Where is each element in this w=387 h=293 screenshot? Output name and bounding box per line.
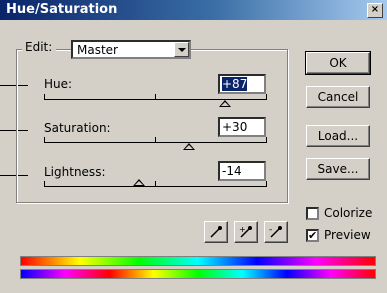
lightness-tick [155, 181, 156, 186]
ok-button[interactable]: OK [305, 51, 371, 75]
edit-dropdown[interactable]: Master [71, 40, 191, 59]
hue-input-value: +87 [222, 77, 248, 91]
window-title: Hue/Saturation [6, 2, 118, 17]
lightness-tick [44, 181, 45, 186]
load-button[interactable]: Load... [306, 125, 370, 147]
svg-text:+: + [239, 225, 246, 234]
eyedropper-button[interactable] [204, 221, 228, 243]
hue-slider-track[interactable] [44, 99, 267, 100]
eyedropper-icon [210, 226, 222, 238]
edit-dropdown-value: Master [77, 43, 118, 57]
close-button[interactable]: × [367, 3, 383, 18]
eyedropper-add-button[interactable]: + [234, 221, 258, 243]
saturation-tick [44, 137, 45, 142]
saturation-label: Saturation: [44, 121, 111, 135]
hue-label: Hue: [44, 77, 73, 91]
preview-checkbox[interactable]: ✔ [306, 229, 319, 242]
lightness-label: Lightness: [44, 165, 106, 179]
cancel-button[interactable]: Cancel [306, 86, 370, 108]
save-button[interactable]: Save... [306, 158, 370, 180]
saturation-input[interactable]: +30 [218, 117, 266, 137]
lightness-input[interactable]: -14 [218, 161, 266, 181]
saturation-tick [155, 137, 156, 142]
saturation-slider-thumb[interactable] [183, 143, 195, 150]
lightness-slider-track[interactable] [44, 186, 267, 187]
hue-tick [155, 94, 156, 99]
eyedropper-minus-icon: - [269, 225, 282, 238]
hue-tick [44, 94, 45, 99]
preview-label: Preview [324, 228, 371, 242]
lightness-slider-thumb[interactable] [133, 179, 145, 186]
hue-tick [266, 94, 267, 99]
output-color-ramp [20, 269, 376, 279]
colorize-checkbox[interactable] [306, 207, 319, 220]
eyedropper-subtract-button[interactable]: - [264, 221, 288, 243]
hue-input[interactable]: +87 [218, 74, 266, 94]
saturation-tick [266, 137, 267, 142]
input-color-ramp [20, 256, 376, 266]
chevron-down-icon[interactable] [174, 42, 189, 57]
svg-text:-: - [269, 225, 272, 235]
hue-slider-thumb[interactable] [219, 100, 231, 107]
lightness-tick [266, 181, 267, 186]
colorize-label: Colorize [324, 206, 373, 220]
edit-label: Edit: [22, 40, 57, 54]
saturation-slider-track[interactable] [44, 142, 267, 143]
eyedropper-plus-icon: + [239, 225, 252, 238]
